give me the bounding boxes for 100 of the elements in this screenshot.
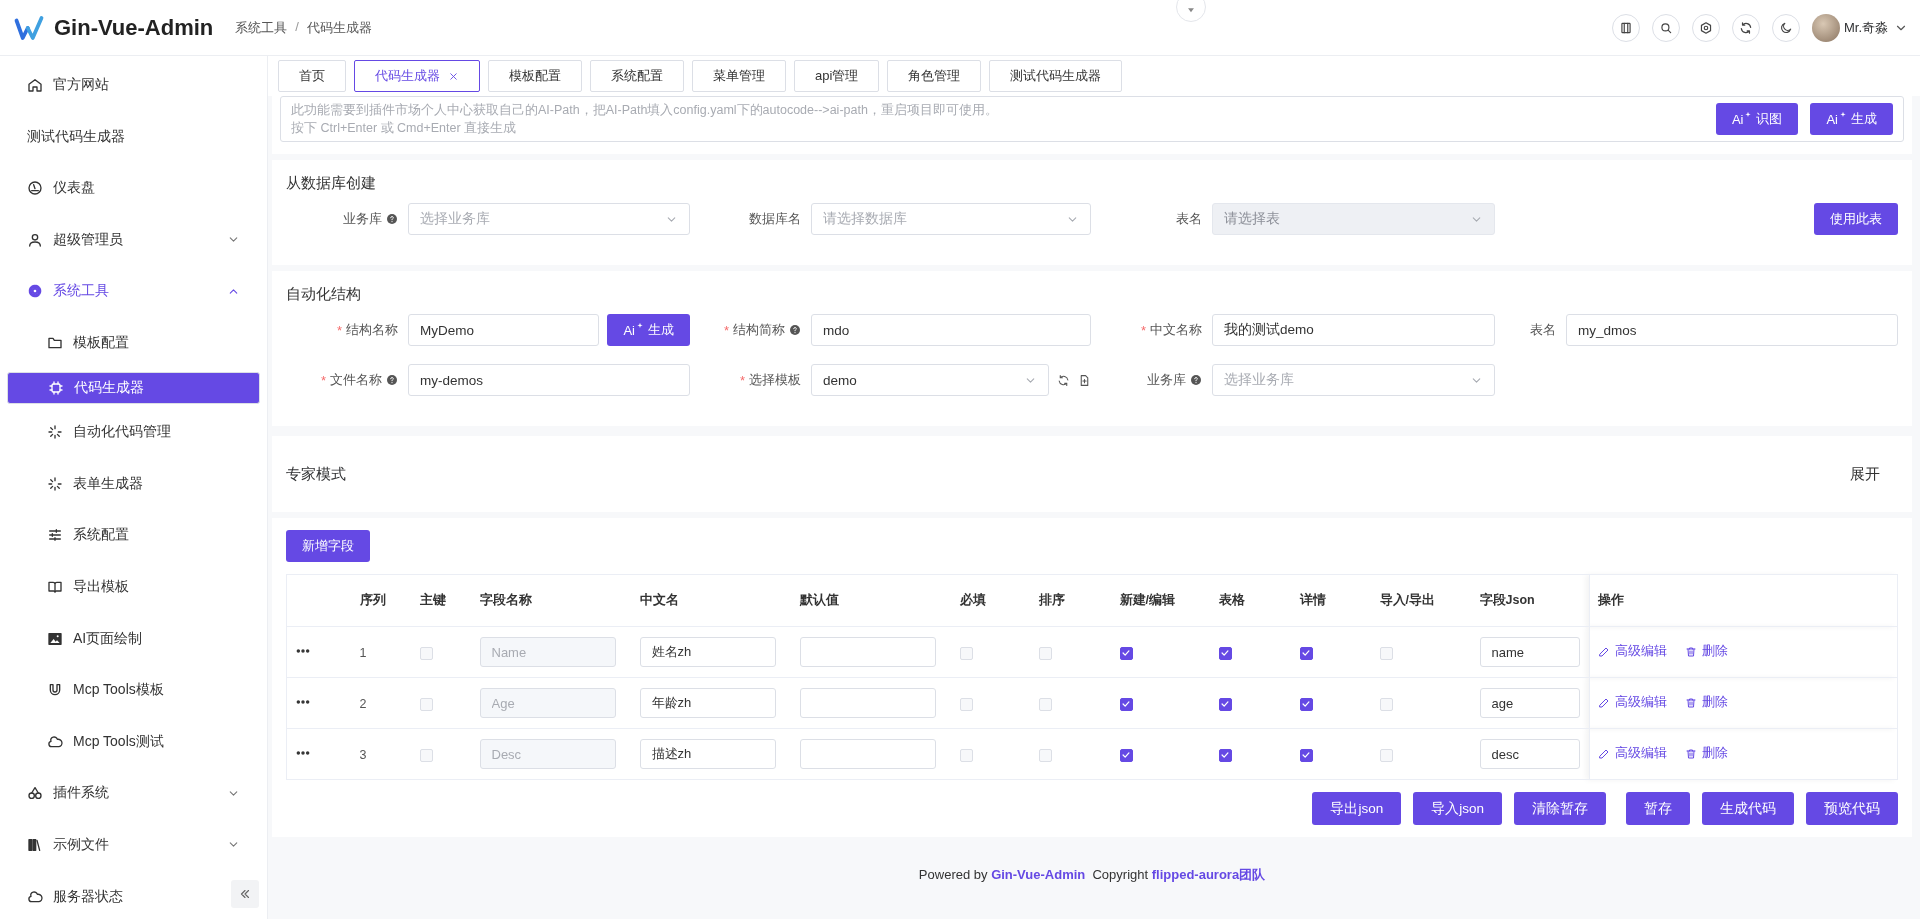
menu-item[interactable]: 官方网站 [7, 62, 260, 108]
footer-link[interactable]: flipped-aurora团队 [1151, 867, 1266, 882]
menu-item[interactable]: 表单生成器 [7, 460, 260, 507]
add-field-button[interactable]: 新增字段 [286, 530, 370, 562]
menu-item[interactable]: 系统工具 [7, 268, 260, 315]
dropdown-toggle[interactable] [1176, 0, 1206, 22]
checkbox[interactable] [1119, 646, 1133, 660]
checkbox[interactable] [1299, 748, 1313, 762]
moon-button[interactable] [1771, 13, 1800, 42]
checkbox[interactable] [1299, 646, 1313, 660]
check-icon [1220, 750, 1230, 761]
field-label: 业务库 [1147, 371, 1186, 389]
column-header: 必填 [951, 574, 1031, 627]
cloud-icon [47, 733, 63, 750]
menu-item[interactable]: 模板配置 [7, 319, 260, 366]
user-name[interactable]: Mr.奇淼 [1843, 18, 1888, 37]
settings-button[interactable] [1691, 13, 1720, 42]
edit-link[interactable]: 高级编辑 [1598, 694, 1667, 712]
ai-button[interactable]: Ai 生成 [607, 314, 690, 346]
checkbox[interactable] [1299, 697, 1313, 711]
use-table-button[interactable]: 使用此表 [1814, 203, 1898, 235]
ai-button[interactable]: Ai 生成 [1810, 103, 1893, 135]
check-icon [1121, 699, 1131, 710]
menu-item[interactable]: 自动化代码管理 [7, 409, 260, 456]
edit-link[interactable]: 高级编辑 [1598, 643, 1667, 661]
tab[interactable]: 首页 [278, 60, 346, 92]
expand-button[interactable]: 展开 [1850, 464, 1898, 484]
tab[interactable]: 测试代码生成器 [989, 60, 1123, 92]
input-field[interactable]: my_dmos [1566, 314, 1898, 346]
input-field[interactable] [799, 739, 936, 769]
input-field[interactable]: mdo [811, 314, 1091, 346]
menu-item[interactable]: 超级管理员 [7, 216, 260, 263]
input-field[interactable]: desc [1479, 739, 1580, 769]
delete-link[interactable]: 删除 [1685, 745, 1728, 763]
fullscreen-button[interactable] [1611, 13, 1640, 42]
collapse-button[interactable] [231, 880, 259, 908]
breadcrumb-item[interactable]: 代码生成器 [306, 18, 372, 37]
menu-item[interactable]: 服务器状态 [7, 873, 260, 919]
input-field[interactable]: my-demos [408, 364, 690, 396]
menu-item[interactable]: 测试代码生成器 [7, 113, 260, 160]
action-button[interactable]: 清除暂存 [1514, 792, 1606, 825]
check-icon [1121, 648, 1131, 659]
action-button[interactable]: 导入json [1413, 792, 1502, 825]
field-label: 中文名称 [1150, 321, 1202, 339]
input-field[interactable]: name [1479, 637, 1580, 667]
checkbox[interactable] [1119, 697, 1133, 711]
checkbox[interactable] [1119, 748, 1133, 762]
tab[interactable]: api管理 [794, 60, 880, 92]
action-button[interactable]: 导出json [1312, 792, 1402, 825]
file-icon[interactable] [1078, 373, 1091, 387]
close-icon[interactable] [448, 70, 459, 82]
menu-item[interactable]: AI页面绘制 [7, 615, 260, 662]
refresh-icon[interactable] [1057, 373, 1070, 387]
tab[interactable]: 系统配置 [590, 60, 684, 92]
input-field[interactable] [799, 688, 936, 718]
breadcrumb-item[interactable]: 系统工具 [235, 18, 288, 37]
menu-item[interactable]: 示例文件 [7, 821, 260, 868]
input-field[interactable]: age [1479, 688, 1580, 718]
checkbox[interactable] [1218, 697, 1232, 711]
column-header: 操作 [1589, 574, 1898, 627]
column-header: 详情 [1291, 574, 1372, 627]
input-field[interactable] [799, 637, 936, 667]
avatar[interactable] [1811, 13, 1840, 42]
tab[interactable]: 模板配置 [488, 60, 582, 92]
menu-item[interactable]: 系统配置 [7, 512, 260, 559]
action-button[interactable]: 暂存 [1626, 792, 1690, 825]
prompt-field[interactable]: 此功能需要到插件市场个人中心获取自己的AI-Path，把AI-Path填入config.yaml下的autocode-->ai-path，重启项目即可使用。 按下 Ctrl+Enter 或 Cmd+Enter 直接生成 Ai 识图 Ai 生成 [280, 96, 1904, 142]
input-field[interactable]: 姓名zh [639, 637, 776, 667]
search-button[interactable] [1651, 13, 1680, 42]
footer-link[interactable]: Gin-Vue-Admin [991, 867, 1086, 882]
delete-link[interactable]: 删除 [1685, 643, 1728, 661]
cloud-icon [27, 888, 43, 905]
menu-item[interactable]: Mcp Tools模板 [7, 667, 260, 714]
select-field[interactable]: demo [811, 364, 1049, 396]
menu-item[interactable]: 代码生成器 [7, 371, 260, 404]
checkbox[interactable] [1218, 748, 1232, 762]
tab[interactable]: 角色管理 [887, 60, 982, 92]
input-field[interactable]: 年龄zh [639, 688, 776, 718]
field-label: 表名 [1530, 321, 1556, 339]
refresh-button[interactable] [1731, 13, 1760, 42]
section-title: 自动化结构 [286, 285, 362, 304]
check-icon [1220, 699, 1230, 710]
tab[interactable]: 代码生成器 [354, 60, 480, 92]
menu-item[interactable]: 插件系统 [7, 770, 260, 817]
edit-link[interactable]: 高级编辑 [1598, 745, 1667, 763]
menu-item[interactable]: Mcp Tools测试 [7, 718, 260, 765]
tab[interactable]: 菜单管理 [692, 60, 786, 92]
menu-item[interactable]: 导出模板 [7, 563, 260, 610]
action-button[interactable]: 生成代码 [1702, 792, 1794, 825]
sliders-icon [47, 527, 63, 544]
checkbox[interactable] [1218, 646, 1232, 660]
input-field[interactable]: MyDemo [408, 314, 600, 346]
fullscreen-icon [1618, 20, 1633, 35]
action-button[interactable]: 预览代码 [1806, 792, 1898, 825]
delete-link[interactable]: 删除 [1685, 694, 1728, 712]
input-field[interactable]: 我的测试demo [1212, 314, 1495, 346]
column-header: 表格 [1210, 574, 1292, 627]
ai-button[interactable]: Ai 识图 [1715, 103, 1799, 135]
input-field[interactable]: 描述zh [639, 739, 776, 769]
menu-item[interactable]: 仪表盘 [7, 165, 260, 212]
